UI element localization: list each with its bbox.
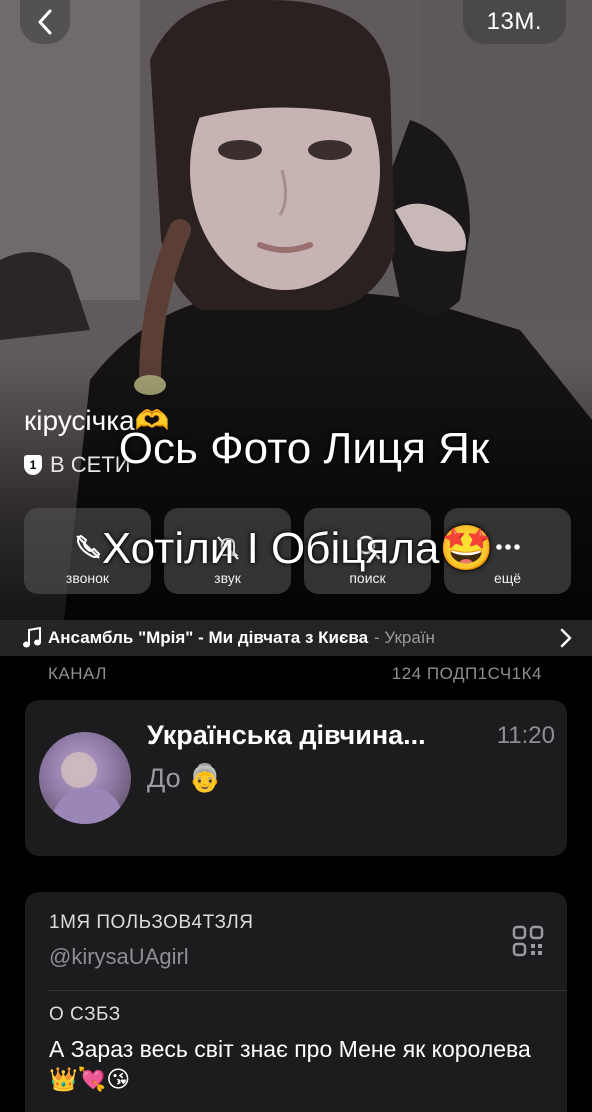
back-button[interactable]: [20, 0, 70, 44]
overlay-caption-line-2: Хотіли І Обіцяла🤩: [101, 524, 495, 573]
channel-subscribers: 124 ПОДП1СЧ1К4: [391, 664, 542, 683]
chevron-right-icon: [560, 628, 572, 648]
channel-section-header: КАНАЛ 124 ПОДП1СЧ1К4: [48, 664, 542, 684]
chevron-left-icon: [38, 9, 52, 35]
music-genre: - Україн: [374, 628, 435, 647]
channel-card[interactable]: Українська дівчина... 11:20 До 👵: [25, 700, 567, 856]
channel-section-label: КАНАЛ: [48, 664, 107, 683]
qr-code-icon[interactable]: [511, 924, 545, 958]
time-badge: 13М.: [462, 0, 566, 44]
bio-label: О СЗБЗ: [49, 1004, 121, 1025]
bio-text: А Зараз весь світ знає про Мене як корол…: [49, 1036, 531, 1092]
profile-info-card: 1МЯ ПОЛЬЗОВ4ТЗЛЯ @kirysaUAgirl О СЗБЗ А …: [25, 892, 567, 1112]
music-note-icon: [23, 627, 41, 648]
info-divider: [49, 990, 567, 991]
channel-last-message: До 👵: [147, 763, 222, 793]
username-link[interactable]: @kirysaUAgirl: [49, 944, 189, 970]
channel-last-time: 11:20: [496, 722, 555, 749]
channel-avatar: [39, 732, 131, 824]
username-label: 1МЯ ПОЛЬЗОВ4ТЗЛЯ: [49, 912, 254, 933]
profile-music-bar[interactable]: Ансамбль "Мрія" - Ми дівчата з Києва - У…: [0, 620, 592, 656]
music-title: Ансамбль "Мрія" - Ми дівчата з Києва: [48, 628, 369, 647]
overlay-caption-line-1: Ось Фото Лиця Як: [118, 424, 490, 473]
channel-name: Українська дівчина...: [147, 720, 426, 750]
